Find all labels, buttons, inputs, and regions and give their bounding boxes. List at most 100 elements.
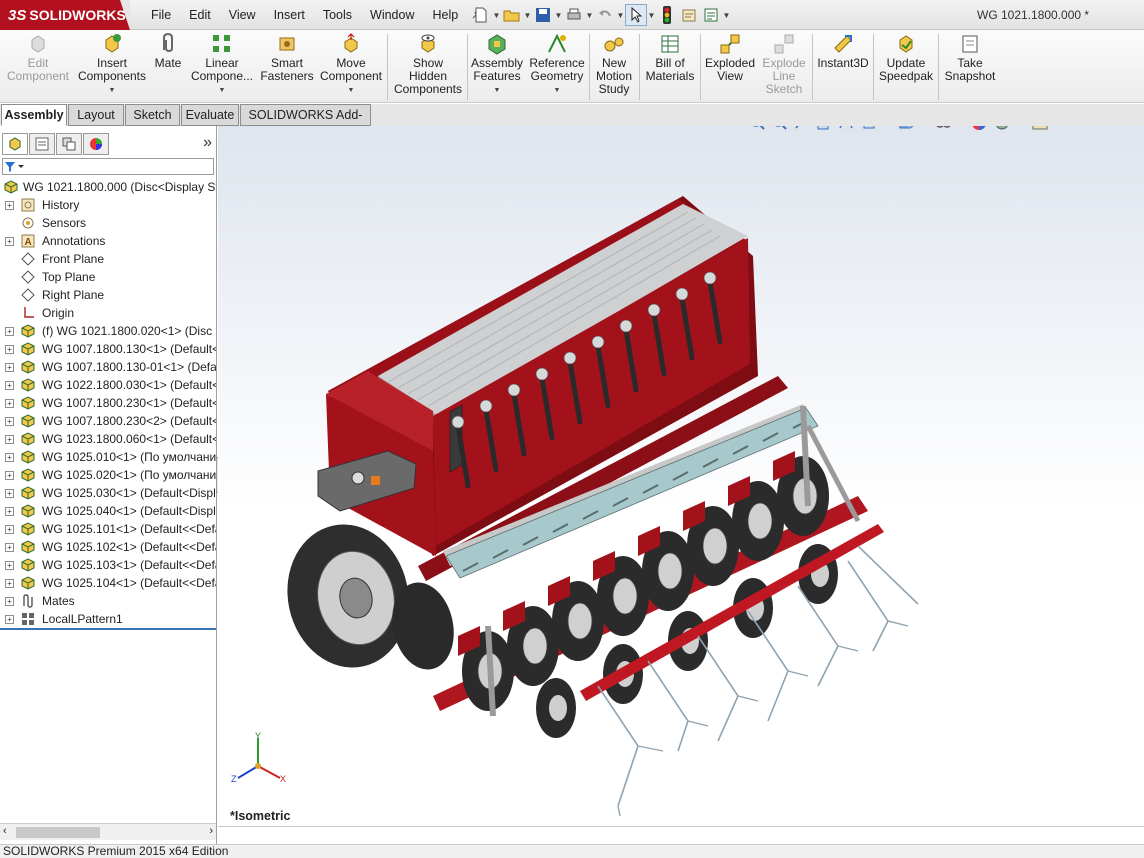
graphics-area[interactable]: Y X Z *Isometric [218, 126, 1144, 826]
tree-item[interactable]: + WG 1025.104<1> (Default<<Defa [0, 574, 216, 592]
exploded-view-button[interactable]: Exploded View [703, 32, 757, 102]
explode-line-sketch-button[interactable]: Explode Line Sketch [758, 32, 810, 102]
tree-expand-toggle-icon[interactable]: + [5, 399, 14, 408]
tree-item[interactable]: + WG 1025.030<1> (Default<Displa [0, 484, 216, 502]
display-manager-tab[interactable] [83, 133, 109, 155]
tree-item[interactable]: + A Annotations [0, 232, 216, 250]
tree-expand-toggle-icon[interactable]: + [5, 579, 14, 588]
menu-help[interactable]: Help [424, 0, 468, 30]
rebuild-traffic-light-icon[interactable] [656, 4, 678, 26]
tree-filter-field[interactable] [2, 158, 214, 175]
options-icon[interactable] [700, 4, 722, 26]
tree-expand-toggle-icon[interactable]: + [5, 561, 14, 570]
tree-item[interactable]: + WG 1025.040<1> (Default<Displa [0, 502, 216, 520]
tree-item[interactable]: + WG 1025.020<1> (По умолчани [0, 466, 216, 484]
tree-item[interactable]: + WG 1022.1800.030<1> (Default<D [0, 376, 216, 394]
tree-expand-toggle-icon[interactable]: + [5, 327, 14, 336]
save-dropdown-icon[interactable]: ▼ [554, 11, 563, 20]
instant3d-button[interactable]: Instant3D [815, 32, 871, 102]
horizontal-scrollbar[interactable]: ‹ › [0, 823, 216, 840]
menu-view[interactable]: View [220, 0, 265, 30]
edit-component-button[interactable]: Edit Component [4, 32, 72, 102]
new-motion-study-button[interactable]: New Motion Study [592, 32, 636, 102]
tree-expand-toggle-icon[interactable]: + [5, 381, 14, 390]
reference-geometry-dropdown-icon[interactable]: ▼ [554, 84, 561, 97]
undo-dropdown-icon[interactable]: ▼ [616, 11, 625, 20]
edit-appearance-icon[interactable] [972, 126, 986, 130]
tab-solidworks-add-ins[interactable]: SOLIDWORKS Add-Ins [240, 104, 371, 142]
tree-item[interactable]: + WG 1023.1800.060<1> (Default<D [0, 430, 216, 448]
undo-icon[interactable] [594, 4, 616, 26]
select-dropdown-icon[interactable]: ▼ [647, 11, 656, 20]
tree-item[interactable]: + WG 1025.103<1> (Default<<Defa [0, 556, 216, 574]
assembly-features-dropdown-icon[interactable]: ▼ [494, 84, 501, 97]
menu-file[interactable]: File [142, 0, 180, 30]
reference-geometry-button[interactable]: Reference Geometry ▼ [527, 32, 587, 102]
open-folder-icon[interactable] [501, 4, 523, 26]
tree-item[interactable]: Right Plane [0, 286, 216, 304]
tree-expand-toggle-icon[interactable]: + [5, 453, 14, 462]
tab-layout[interactable]: Layout [68, 104, 124, 126]
linear-component-dropdown-icon[interactable]: ▼ [219, 84, 226, 97]
smart-fasteners-button[interactable]: Smart Fasteners [256, 32, 318, 102]
tree-item[interactable]: + LocalLPattern1 [0, 610, 216, 628]
tree-item[interactable]: + WG 1007.1800.230<2> (Default<D [0, 412, 216, 430]
mate-button[interactable]: Mate [150, 32, 186, 102]
tree-item[interactable]: + (f) WG 1021.1800.020<1> (Disc se [0, 322, 216, 340]
tree-item[interactable]: + WG 1025.101<1> (Default<<Defa [0, 520, 216, 538]
property-manager-tab[interactable] [29, 133, 55, 155]
view-orientation-icon[interactable] [863, 126, 878, 129]
section-view-icon[interactable] [817, 126, 829, 130]
tree-expand-toggle-icon[interactable]: + [5, 345, 14, 354]
zoom-to-fit-icon[interactable] [751, 126, 765, 130]
tree-expand-toggle-icon[interactable]: + [5, 615, 14, 624]
tree-expand-toggle-icon[interactable]: + [5, 471, 14, 480]
solidworks-logo[interactable]: 3S SOLIDWORKS [0, 0, 130, 30]
tree-item[interactable]: + WG 1025.010<1> (По умолчани [0, 448, 216, 466]
expand-panel-chevron-icon[interactable]: » [203, 134, 212, 152]
tree-item[interactable]: + WG 1007.1800.230<1> (Default<D [0, 394, 216, 412]
menu-edit[interactable]: Edit [180, 0, 220, 30]
new-dropdown-icon[interactable]: ▼ [492, 11, 501, 20]
tab-assembly[interactable]: Assembly [1, 104, 67, 126]
take-snapshot-button[interactable]: Take Snapshot [941, 32, 999, 102]
tree-expand-toggle-icon[interactable]: + [5, 525, 14, 534]
scroll-right-arrow-icon[interactable]: › [209, 825, 213, 837]
print-icon[interactable] [563, 4, 585, 26]
tree-expand-toggle-icon[interactable]: + [5, 543, 14, 552]
tree-expand-toggle-icon[interactable]: + [5, 489, 14, 498]
tree-expand-toggle-icon[interactable]: + [5, 435, 14, 444]
tab-evaluate[interactable]: Evaluate [181, 104, 239, 126]
tree-root-assembly[interactable]: WG 1021.1800.000 (Disc<Display State [0, 178, 216, 196]
tree-expand-toggle-icon[interactable]: + [5, 417, 14, 426]
tree-expand-toggle-icon[interactable]: + [5, 597, 14, 606]
display-style-icon[interactable] [899, 126, 914, 129]
scroll-left-arrow-icon[interactable]: ‹ [3, 825, 7, 837]
configuration-manager-tab[interactable] [56, 133, 82, 155]
feature-manager-tab[interactable] [2, 133, 28, 155]
options-dropdown-icon[interactable]: ▼ [722, 11, 731, 20]
update-speedpak-button[interactable]: Update Speedpak [876, 32, 936, 102]
seed-drill-model[interactable] [218, 126, 1144, 826]
tree-expand-toggle-icon[interactable]: + [5, 201, 14, 210]
show-hidden-components-button[interactable]: Show Hidden Components [392, 32, 464, 102]
linear-component-pattern-button[interactable]: Linear Compone... ▼ [188, 32, 256, 102]
select-arrow-icon[interactable] [625, 4, 647, 26]
apply-scene-icon[interactable] [996, 126, 1008, 130]
tree-item[interactable]: Front Plane [0, 250, 216, 268]
insert-components-button[interactable]: Insert Components ▼ [76, 32, 148, 102]
new-document-icon[interactable] [470, 4, 492, 26]
menu-insert[interactable]: Insert [265, 0, 314, 30]
tree-item[interactable]: Sensors [0, 214, 216, 232]
insert-components-dropdown-icon[interactable]: ▼ [109, 84, 116, 97]
dynamic-annotation-icon[interactable] [839, 126, 853, 129]
tree-item[interactable]: + WG 1007.1800.130-01<1> (Default [0, 358, 216, 376]
zoom-to-area-icon[interactable] [773, 126, 787, 130]
tree-item[interactable]: Top Plane [0, 268, 216, 286]
hide-show-items-icon[interactable] [936, 126, 951, 128]
tree-item[interactable]: + History [0, 196, 216, 214]
tree-expand-toggle-icon[interactable]: + [5, 363, 14, 372]
tree-expand-toggle-icon[interactable]: + [5, 237, 14, 246]
tab-sketch[interactable]: Sketch [125, 104, 180, 126]
view-settings-icon[interactable] [1032, 126, 1048, 130]
